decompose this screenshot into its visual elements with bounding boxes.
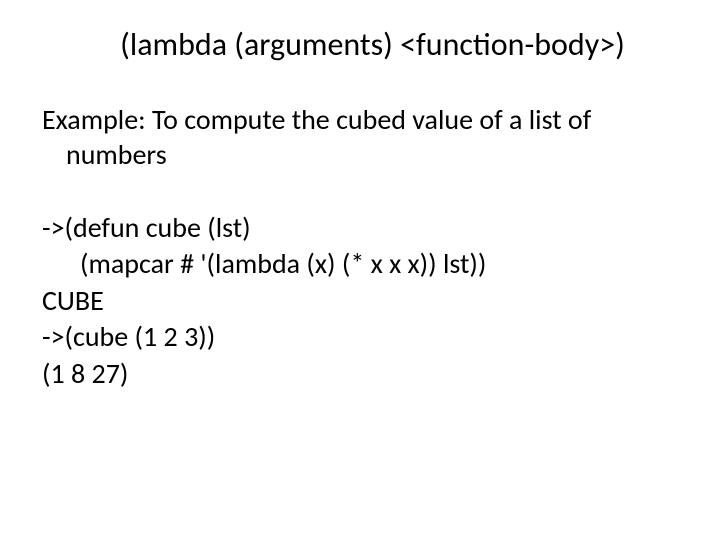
example-description: Example: To compute the cubed value of a… — [42, 102, 678, 172]
slide-title: (lambda (arguments) <function-body>) — [42, 25, 678, 64]
example-line2: numbers — [42, 137, 678, 172]
code-line-2: (mapcar # '(lambda (x) (* x x x)) lst)) — [42, 246, 678, 282]
example-line1: Example: To compute the cubed value of a… — [42, 102, 591, 137]
code-line-1: ->(defun cube (lst) — [42, 210, 678, 246]
code-line-4: ->(cube (1 2 3)) — [42, 319, 678, 355]
code-line-5: (1 8 27) — [42, 356, 678, 392]
code-example: ->(defun cube (lst) (mapcar # '(lambda (… — [42, 210, 678, 392]
code-line-3: CUBE — [42, 283, 678, 319]
